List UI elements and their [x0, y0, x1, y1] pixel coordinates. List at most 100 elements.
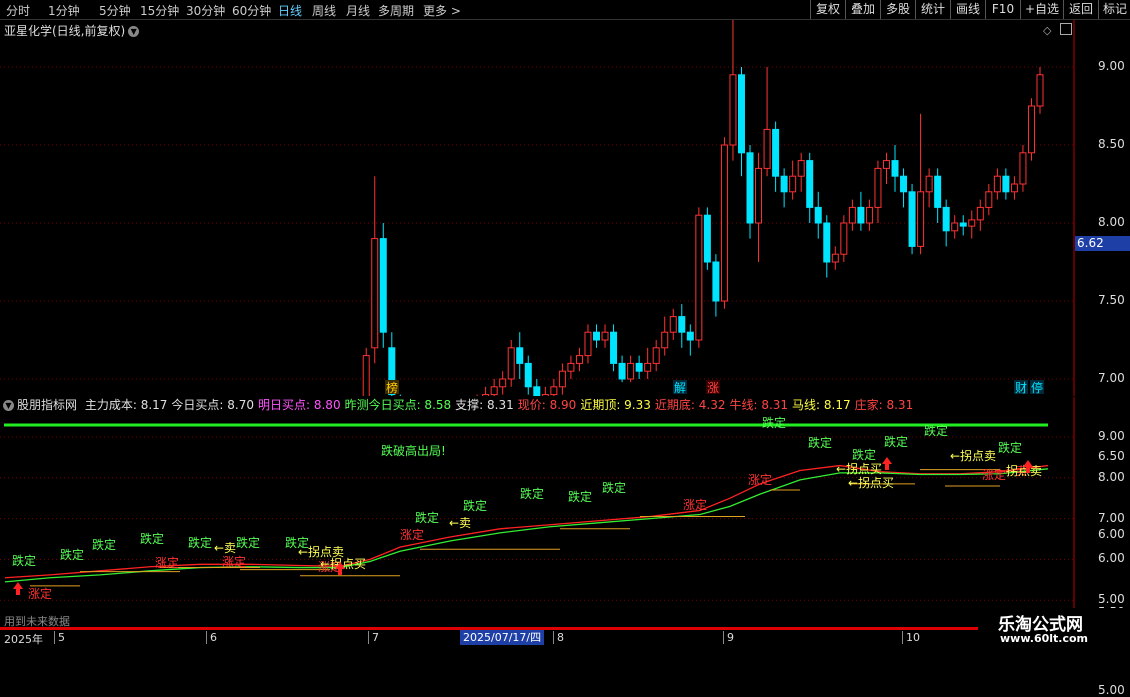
- candle-body: [362, 355, 370, 396]
- candle-body: [789, 175, 797, 193]
- candle-body: [627, 362, 635, 380]
- candle-body: [533, 386, 541, 396]
- signal-label: 跌定: [92, 537, 116, 552]
- candle-body: [848, 206, 856, 224]
- candle-body: [908, 191, 916, 247]
- indicator-tick: 9.00: [1098, 429, 1125, 443]
- candle-body: [993, 175, 1001, 193]
- candle-body: [652, 347, 660, 364]
- signal-label: 跌定: [188, 535, 212, 550]
- tab-30min[interactable]: 30分钟: [186, 2, 225, 19]
- event-tag: 停: [1031, 380, 1043, 395]
- signal-label: 涨定: [400, 527, 424, 542]
- watermark-url: www.60lt.com: [1000, 632, 1089, 645]
- cursor-date: 2025/07/17/四: [460, 630, 545, 645]
- signal-label: ←卖: [449, 516, 471, 530]
- candle-body: [780, 175, 788, 193]
- f10-button[interactable]: F10: [985, 0, 1020, 19]
- tab-1min[interactable]: 1分钟: [48, 2, 80, 19]
- candle-body: [1019, 152, 1027, 185]
- overlay-button[interactable]: 叠加: [845, 0, 880, 19]
- tab-5min[interactable]: 5分钟: [99, 2, 131, 19]
- candle-body: [1036, 74, 1044, 107]
- candle-body: [976, 206, 984, 221]
- stats-button[interactable]: 统计: [915, 0, 950, 19]
- candle-body: [857, 206, 865, 224]
- current-price-tag: 6.62: [1075, 236, 1130, 251]
- window-icon[interactable]: [1060, 23, 1072, 35]
- tab-15min[interactable]: 15分钟: [140, 2, 179, 19]
- candle-body: [558, 370, 566, 388]
- candle-body: [720, 144, 728, 302]
- price-chart[interactable]: 9.335.02榜解涨财停: [0, 20, 1130, 396]
- signal-label: 涨定: [222, 554, 246, 569]
- month-label: 6: [206, 631, 217, 644]
- price-tick: 5.00: [1098, 683, 1125, 697]
- tab-60min[interactable]: 60分钟: [232, 2, 271, 19]
- add-watchlist-button[interactable]: +自选: [1020, 0, 1063, 19]
- candle-body: [371, 238, 379, 349]
- candle-body: [635, 362, 643, 372]
- candle-body: [763, 128, 771, 169]
- signal-label: 涨定: [982, 467, 1006, 482]
- candle-body: [806, 160, 814, 208]
- tab-weekly[interactable]: 周线: [312, 2, 336, 19]
- signal-label: 跌定: [998, 440, 1022, 455]
- candle-body: [840, 222, 848, 255]
- period-toolbar: 分时 1分钟 5分钟 15分钟 30分钟 60分钟 日线 周线 月线 多周期 更…: [0, 0, 1130, 20]
- mark-button[interactable]: 标记: [1098, 0, 1130, 19]
- back-button[interactable]: 返回: [1063, 0, 1098, 19]
- candle-body: [601, 331, 609, 341]
- indicator-tick: 8.00: [1098, 469, 1125, 484]
- signal-label: ←卖: [214, 541, 236, 555]
- candle-body: [959, 222, 967, 227]
- month-label: 5: [54, 631, 65, 644]
- buy-arrow-icon: [882, 457, 892, 470]
- draw-button[interactable]: 画线: [950, 0, 985, 19]
- month-label: 9: [723, 631, 734, 644]
- diamond-icon[interactable]: ◇: [1043, 24, 1051, 37]
- candle-body: [814, 206, 822, 224]
- multi-stock-button[interactable]: 多股: [880, 0, 915, 19]
- candle-body: [507, 347, 515, 380]
- price-tick: 7.50: [1098, 293, 1125, 307]
- event-tag: 解: [674, 381, 686, 395]
- candle-body: [934, 175, 942, 208]
- tab-multi-period[interactable]: 多周期: [378, 2, 414, 19]
- candle-body: [524, 362, 532, 388]
- high-label: 9.33: [743, 20, 770, 23]
- signal-label: 跌定: [60, 547, 84, 562]
- candle-body: [686, 331, 694, 341]
- candle-body: [644, 362, 652, 372]
- tab-monthly[interactable]: 月线: [346, 2, 370, 19]
- tab-more[interactable]: 更多 >: [423, 2, 461, 19]
- watermark: 乐淘公式网 www.60lt.com: [978, 608, 1130, 650]
- candle-body: [592, 331, 600, 341]
- candle-body: [1002, 175, 1010, 193]
- fuquan-button[interactable]: 复权: [810, 0, 845, 19]
- signal-label: 涨定: [683, 497, 707, 512]
- price-tick: 8.00: [1098, 215, 1125, 229]
- tab-daily[interactable]: 日线: [278, 2, 302, 19]
- signal-label: ←拐点买: [848, 475, 894, 490]
- candle-body: [567, 362, 575, 372]
- candle-body: [831, 253, 839, 263]
- candle-body: [703, 214, 711, 263]
- tab-分时[interactable]: 分时: [6, 2, 30, 19]
- candle-body: [891, 160, 899, 177]
- month-label: 8: [553, 631, 564, 644]
- month-label: 7: [368, 631, 379, 644]
- candle-body: [1010, 183, 1018, 193]
- candle-body: [900, 175, 908, 193]
- event-tag: 涨: [707, 380, 719, 395]
- candle-body: [746, 152, 754, 224]
- signal-label: ←拐点买: [836, 461, 882, 476]
- candle-body: [499, 378, 507, 388]
- indicator-chart[interactable]: 跌定 跌定跌定 跌定 跌定 跌定 跌定跌定跌定跌定 跌定跌定跌定跌定跌定跌定跌定跌定涨定涨定…: [0, 397, 1130, 627]
- month-label: 10: [902, 631, 920, 644]
- signal-label: 跌定: [568, 489, 592, 504]
- candle-body: [942, 206, 950, 232]
- price-tick: 9.00: [1098, 59, 1125, 73]
- signal-label: 跌定: [762, 415, 786, 430]
- signal-label: 跌破高出局!: [381, 443, 446, 458]
